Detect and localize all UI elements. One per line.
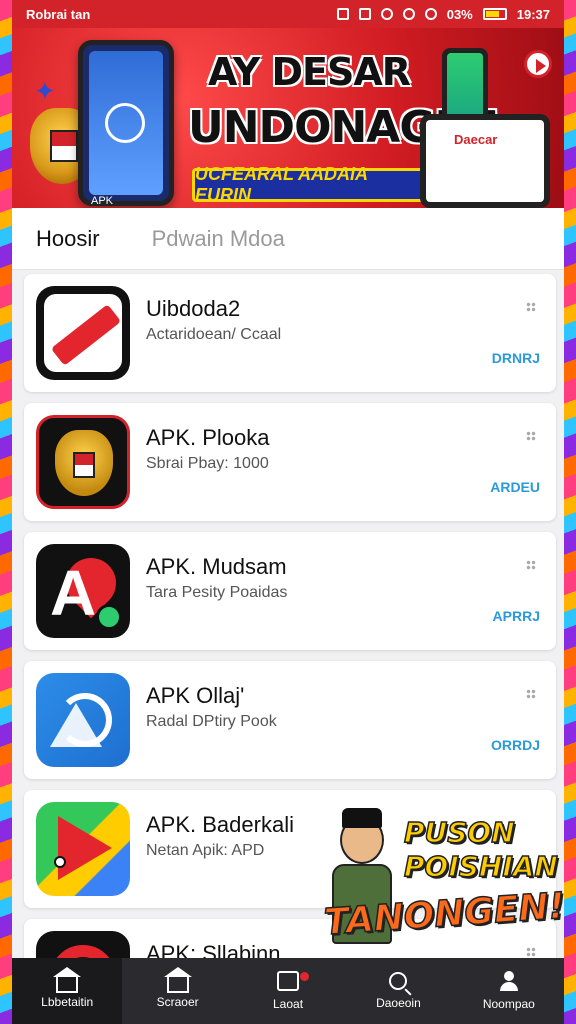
more-options-icon[interactable]: [526, 689, 536, 699]
list-item[interactable]: APK Ollaj' Radal DPtiry Pook ORRDJ: [24, 661, 556, 779]
tab-bar: Hoosir Pdwain Mdoa: [12, 208, 564, 270]
carrier-label: Robrai tan: [26, 6, 91, 22]
banner-subtitle: UCFEARAL AADAIA EURIN: [192, 164, 426, 205]
user-icon: [499, 971, 519, 991]
home-icon: [53, 967, 82, 993]
promo-line1: PUSON: [403, 815, 515, 850]
app-name: APK. Plooka: [146, 425, 270, 450]
phone-screen: Robrai tan 03% 19:37 ✦ APK AY DESAR UNDO…: [12, 0, 564, 1024]
app-subtitle: Tara Pesity Poaidas: [146, 584, 288, 601]
battery-percent: 03%: [446, 6, 473, 22]
app-subtitle: Sbrai Pbay: 1000: [146, 455, 269, 472]
wifi-icon: [424, 8, 437, 20]
more-options-icon[interactable]: [526, 560, 536, 570]
phone-mockup-text: APK: [91, 195, 114, 207]
app-name: APK. Baderkali: [146, 812, 294, 837]
list-item[interactable]: APK. Plooka Sbrai Pbay: 1000 ARDEU: [24, 403, 556, 521]
app-subtitle: Netan Apik: APD: [146, 842, 265, 859]
search-icon: [389, 972, 408, 990]
nav-label: Laoat: [273, 997, 304, 1011]
more-options-icon[interactable]: [526, 302, 536, 312]
nav-item-search[interactable]: Daoeoin: [343, 958, 453, 1024]
nav-label: Scraoer: [156, 995, 199, 1009]
app-subtitle: Actaridoean/ Ccaal: [146, 326, 282, 343]
battery-icon: [482, 8, 507, 20]
app-logo-icon: [105, 103, 145, 143]
nav-label: Noompao: [482, 997, 535, 1011]
hero-banner[interactable]: ✦ APK AY DESAR UNDONAGIAI UCFEARAL AADAI…: [12, 28, 564, 208]
list-item[interactable]: A APK. Mudsam Tara Pesity Poaidas APRRJ: [24, 532, 556, 650]
app-name: APK. Mudsam: [146, 554, 287, 579]
nav-label: Lbbetaitin: [41, 995, 94, 1009]
blue-arc-icon: [36, 673, 130, 767]
list-item[interactable]: Uibdoda2 Actaridoean/ Ccaal DRNRJ: [24, 274, 556, 392]
app-name: Uibdoda2: [146, 296, 241, 321]
more-options-icon[interactable]: [526, 431, 536, 441]
home-outline-icon: [163, 967, 192, 993]
tablet-mockup-text: Daecar: [454, 132, 498, 147]
nav-item-home[interactable]: Lbbetaitin: [12, 958, 123, 1024]
tab-home[interactable]: Hoosir: [36, 226, 100, 252]
app-action-button[interactable]: ORRDJ: [491, 737, 540, 753]
app-action-button[interactable]: DRNRJ: [492, 350, 540, 366]
app-action-button[interactable]: APRRJ: [493, 608, 540, 624]
nav-item-profile[interactable]: Noompao: [454, 958, 564, 1024]
nav-item-second[interactable]: Scraoer: [122, 958, 232, 1024]
tablet-mockup-image: Daecar: [420, 114, 550, 208]
status-icons: 03% 19:37: [336, 6, 550, 22]
promo-sticker: PUSON POISHIAN TANONGEN!: [314, 796, 564, 966]
play-store-icon: [36, 802, 130, 896]
garuda-icon: [36, 415, 130, 509]
nav-label: Daoeoin: [376, 996, 421, 1010]
bottom-navigation: Lbbetaitin Scraoer Laoat Daoeoin Noompao: [12, 958, 564, 1024]
box-icon: [277, 971, 300, 991]
decorative-border-right: [562, 0, 576, 1024]
nfc-icon: [358, 8, 371, 20]
sim-icon: [336, 8, 349, 20]
red-slash-icon: [36, 286, 130, 380]
promo-line2: POISHIAN: [403, 849, 558, 884]
clock: 19:37: [516, 6, 550, 22]
app-subtitle: Radal DPtiry Pook: [146, 713, 277, 730]
map-pin-icon: A: [36, 544, 130, 638]
nav-item-third[interactable]: Laoat: [233, 958, 343, 1024]
alarm-icon: [402, 8, 415, 20]
banner-title-line1: AY DESAR: [208, 50, 411, 94]
app-action-button[interactable]: ARDEU: [490, 479, 540, 495]
app-name: APK Ollaj': [146, 683, 245, 708]
tab-secondary[interactable]: Pdwain Mdoa: [152, 226, 285, 252]
notification-badge: [300, 972, 310, 981]
play-icon[interactable]: [524, 50, 552, 78]
bluetooth-icon: [380, 8, 393, 20]
status-bar: Robrai tan 03% 19:37: [12, 0, 564, 28]
star-icon: ✦: [34, 76, 56, 106]
phone-mockup-image: APK: [78, 40, 174, 207]
